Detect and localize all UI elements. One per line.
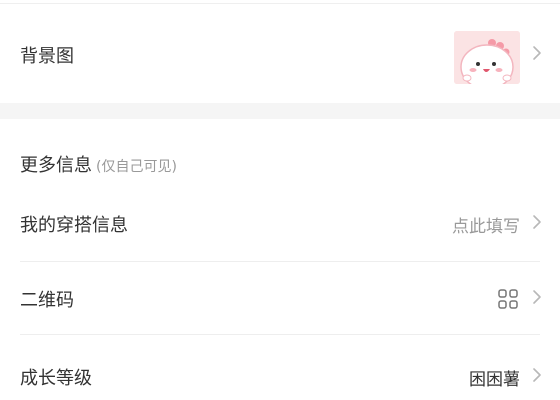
- chevron-right-icon: [532, 289, 542, 305]
- more-info-title: 更多信息: [20, 155, 92, 176]
- more-info-subtitle: (仅自己可见): [96, 159, 177, 175]
- growth-level-label: 成长等级: [20, 368, 92, 389]
- background-image-row[interactable]: 背景图: [0, 4, 560, 103]
- chevron-right-icon: [532, 214, 542, 230]
- outfit-info-label: 我的穿搭信息: [20, 215, 128, 236]
- qr-grid-icon: [498, 289, 518, 309]
- outfit-info-row[interactable]: 我的穿搭信息 点此填写: [0, 192, 560, 260]
- chevron-right-icon: [532, 367, 542, 383]
- qr-code-label: 二维码: [20, 290, 74, 311]
- profile-settings-card-top: 背景图: [0, 0, 560, 103]
- outfit-info-value: 点此填写: [452, 217, 520, 237]
- background-image-thumbnail: [454, 31, 520, 84]
- pink-dinosaur-sticker-icon: [454, 31, 520, 84]
- growth-level-value: 困困薯: [469, 370, 520, 390]
- growth-level-row[interactable]: 成长等级 困困薯: [0, 335, 560, 400]
- more-info-header: 更多信息 (仅自己可见): [20, 151, 177, 177]
- qr-code-row[interactable]: 二维码: [0, 262, 560, 334]
- chevron-right-icon: [532, 45, 542, 61]
- background-image-label: 背景图: [20, 46, 74, 67]
